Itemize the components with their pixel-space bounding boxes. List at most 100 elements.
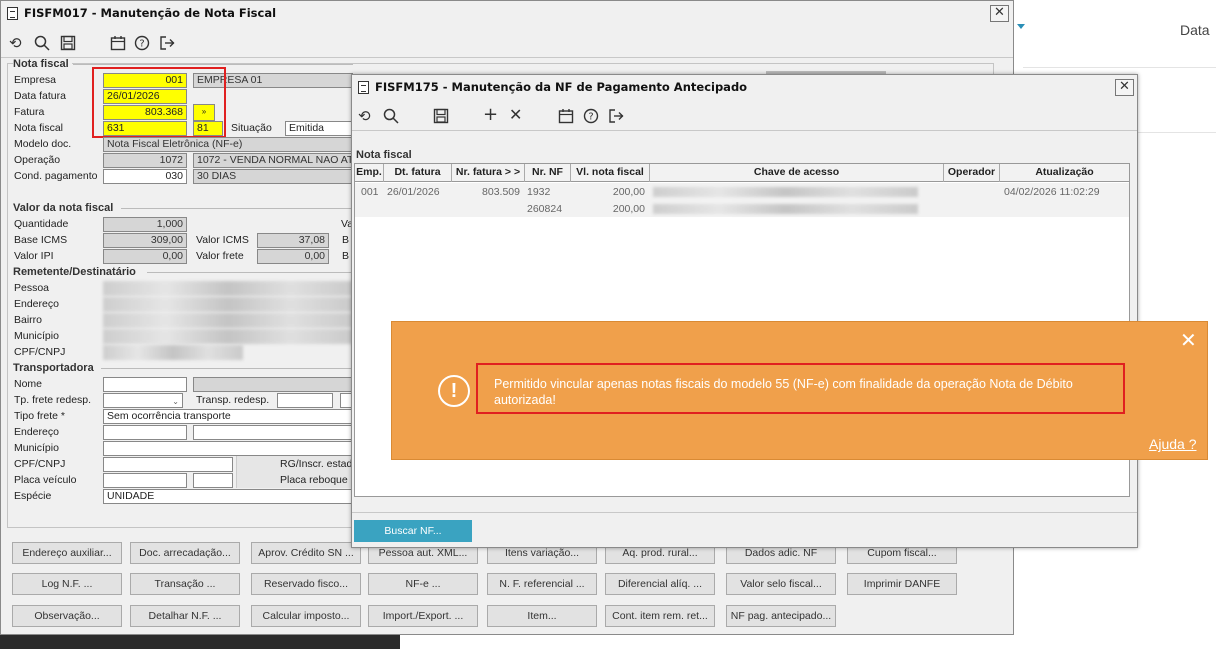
col-vl-nota[interactable]: Vl. nota fiscal: [571, 164, 650, 182]
redacted-pessoa: [103, 281, 353, 296]
col-operador[interactable]: Operador: [944, 164, 1000, 182]
action-button[interactable]: Doc. arrecadação...: [130, 542, 240, 564]
col-nr-nf[interactable]: Nr. NF: [525, 164, 571, 182]
dark-background-strip: [0, 635, 400, 649]
nome-label: Nome: [14, 378, 43, 390]
action-button[interactable]: Aprov. Crédito SN ...: [251, 542, 361, 564]
tp-frete-redesp-select[interactable]: ⌄: [103, 393, 183, 408]
action-button[interactable]: Calcular imposto...: [251, 605, 361, 627]
cond-pagamento-label: Cond. pagamento: [14, 170, 98, 182]
section-valor: Valor da nota fiscal: [13, 202, 117, 214]
action-button[interactable]: NF-e ...: [368, 573, 478, 595]
action-button[interactable]: Transação ...: [130, 573, 240, 595]
action-button[interactable]: Import./Export. ...: [368, 605, 478, 627]
action-button[interactable]: Endereço auxiliar...: [12, 542, 122, 564]
action-button[interactable]: Imprimir DANFE: [847, 573, 957, 595]
valor-frete-field: 0,00: [257, 249, 329, 264]
nome-name-field: [193, 377, 353, 392]
col-emp[interactable]: Emp.: [355, 164, 384, 182]
valor-ipi-label: Valor IPI: [14, 250, 54, 262]
redacted-bairro: [103, 313, 353, 328]
save-icon[interactable]: [433, 108, 449, 127]
action-button[interactable]: Detalhar N.F. ...: [130, 605, 240, 627]
exit-icon[interactable]: [608, 108, 624, 127]
rg-inscr-label: RG/Inscr. estad: [280, 458, 353, 470]
help-icon[interactable]: ?: [583, 108, 599, 127]
action-button[interactable]: Reservado fisco...: [251, 573, 361, 595]
main-window-title: FISFM017 - Manutenção de Nota Fiscal: [24, 6, 277, 20]
help-icon[interactable]: ?: [134, 35, 150, 54]
base-icms-field: 309,00: [103, 233, 187, 248]
quantidade-field: 1,000: [103, 217, 187, 232]
action-button[interactable]: Log N.F. ...: [12, 573, 122, 595]
dropdown-caret-icon[interactable]: [1017, 24, 1025, 29]
nome-code-field[interactable]: [103, 377, 187, 392]
transp-redesp-field[interactable]: [277, 393, 333, 408]
situacao-field[interactable]: Emitida: [285, 121, 353, 136]
nota-fiscal-label: Nota fiscal: [14, 122, 64, 134]
col-dt-fatura[interactable]: Dt. fatura: [384, 164, 452, 182]
action-button[interactable]: Valor selo fiscal...: [726, 573, 836, 595]
col-nr-fatura[interactable]: Nr. fatura > >: [452, 164, 525, 182]
especie-field[interactable]: UNIDADE: [103, 489, 353, 504]
t-municipio-field[interactable]: [103, 441, 353, 456]
calendar-icon[interactable]: [110, 35, 126, 54]
alert-message: Permitido vincular apenas notas fiscais …: [494, 377, 1073, 407]
placa-veiculo-uf[interactable]: [193, 473, 233, 488]
section-divider: [73, 64, 353, 65]
col-atualizacao[interactable]: Atualização: [1000, 164, 1129, 182]
search-icon[interactable]: [383, 108, 399, 127]
cell-nr-nf: 1932: [527, 186, 551, 198]
t-endereco-label: Endereço: [14, 426, 59, 438]
cell-nr-fatura: 803.509: [482, 186, 520, 198]
operacao-name-field: 1072 - VENDA NORMAL NAO AT: [193, 153, 353, 168]
valor-icms-label: Valor ICMS: [196, 234, 249, 246]
municipio-label: Município: [14, 330, 59, 342]
action-button[interactable]: Item...: [487, 605, 597, 627]
t-endereco-field[interactable]: [103, 425, 187, 440]
redacted-cpf: [103, 345, 243, 360]
main-window-titlebar: FISFM017 - Manutenção de Nota Fiscal: [1, 1, 1013, 25]
sub-window: FISFM175 - Manutenção da NF de Pagamento…: [351, 74, 1138, 548]
action-button[interactable]: NF pag. antecipado...: [726, 605, 836, 627]
alert-close-button[interactable]: ✕: [1180, 330, 1197, 350]
pessoa-label: Pessoa: [14, 282, 50, 294]
sub-close-button[interactable]: ✕: [1115, 79, 1134, 96]
action-button[interactable]: N. F. referencial ...: [487, 573, 597, 595]
operacao-code-field: 1072: [103, 153, 187, 168]
cond-pagamento-code-field[interactable]: 030: [103, 169, 187, 184]
main-close-button[interactable]: ✕: [990, 5, 1009, 22]
action-button[interactable]: Observação...: [12, 605, 122, 627]
document-icon: [7, 6, 18, 20]
table-row[interactable]: 001 26/01/2026 803.509 1932 200,00 04/02…: [355, 183, 1129, 217]
undo-icon[interactable]: ⟲: [358, 108, 371, 124]
cond-pagamento-name-field: 30 DIAS: [193, 169, 353, 184]
save-icon[interactable]: [60, 35, 76, 54]
buscar-nf-button[interactable]: Buscar NF...: [354, 520, 472, 542]
action-button[interactable]: Cont. item rem. ret...: [605, 605, 715, 627]
calendar-icon[interactable]: [558, 108, 574, 127]
warning-icon: !: [438, 375, 470, 407]
placa-veiculo-field[interactable]: [103, 473, 187, 488]
col-chave[interactable]: Chave de acesso: [650, 164, 944, 182]
action-button[interactable]: Diferencial alíq. ...: [605, 573, 715, 595]
help-link[interactable]: Ajuda ?: [1149, 436, 1196, 452]
t-endereco-field-2[interactable]: [193, 425, 353, 440]
search-icon[interactable]: [34, 35, 50, 54]
undo-icon[interactable]: ⟲: [9, 35, 22, 51]
section-divider: [147, 272, 353, 273]
valor-frete-label: Valor frete: [196, 250, 244, 262]
placa-veiculo-label: Placa veículo: [14, 474, 77, 486]
t-cpf-cnpj-field[interactable]: [103, 457, 233, 472]
base-icms-label: Base ICMS: [14, 234, 68, 246]
tipo-frete-field[interactable]: Sem ocorrência transporte: [103, 409, 353, 424]
plus-icon[interactable]: +: [483, 106, 498, 124]
tipo-frete-label: Tipo frete *: [14, 410, 65, 422]
cell-vl-nota: 200,00: [612, 203, 645, 215]
exit-icon[interactable]: [159, 35, 175, 54]
cpf-cnpj-label: CPF/CNPJ: [14, 346, 66, 358]
close-icon[interactable]: ✕: [509, 107, 522, 123]
yellow-highlight-box: [92, 67, 226, 138]
alert-dialog: ✕ ! Permitido vincular apenas notas fisc…: [391, 321, 1208, 460]
section-divider: [101, 368, 353, 369]
